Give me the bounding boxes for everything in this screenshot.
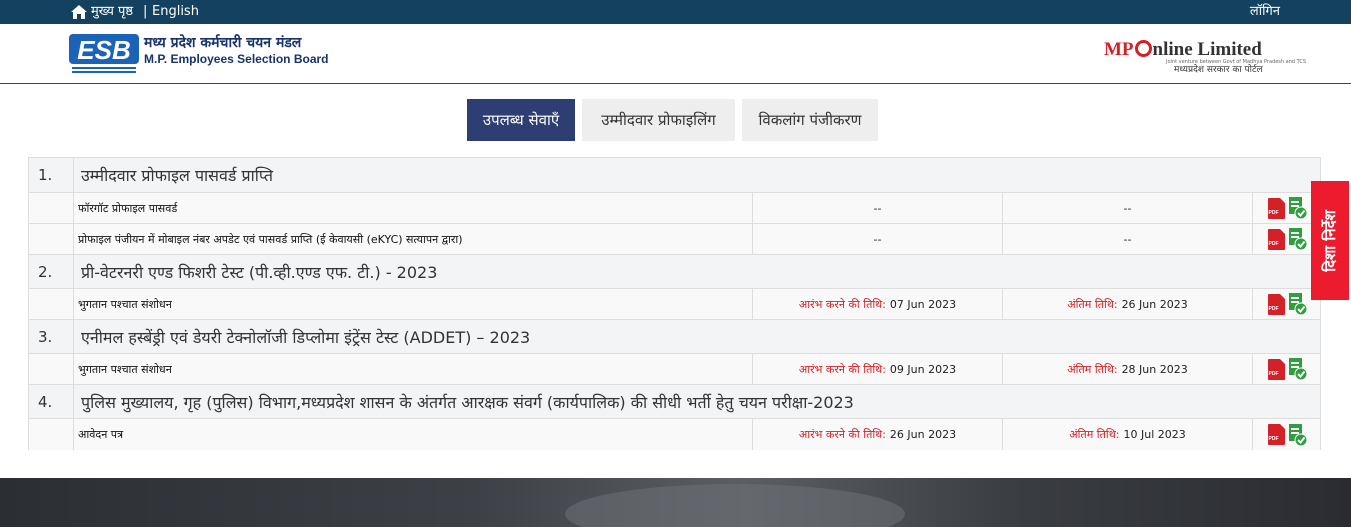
pdf-icon[interactable]: [1267, 358, 1285, 380]
start-date-cell: --: [752, 224, 1002, 254]
start-date-value: 07 Jun 2023: [889, 297, 957, 311]
table-row: भुगतान पश्चात संशोधन आरंभ करने की तिथि: 0…: [29, 353, 1320, 384]
end-date-cell: अंतिम तिथि: 10 Jul 2023: [1002, 419, 1252, 450]
login-link[interactable]: लॉगिन: [1250, 4, 1280, 20]
checklist-icon[interactable]: [1288, 197, 1307, 219]
end-date-label: अंतिम तिथि:: [1067, 297, 1118, 311]
tab-available-services[interactable]: उपलब्ध सेवाएँ: [467, 99, 575, 141]
top-bar: मुख्य पृष्ठ | English लॉगिन: [0, 0, 1351, 24]
table-row: भुगतान पश्चात संशोधन आरंभ करने की तिथि: 0…: [29, 288, 1320, 319]
section-title: पुलिस मुख्यालय, गृह (पुलिस) विभाग,मध्यप्…: [81, 392, 854, 412]
end-date-value: 26 Jun 2023: [1121, 297, 1188, 311]
section-row: 2. प्री-वेटरनरी एण्ड फिशरी टेस्ट (पी.व्ह…: [29, 254, 1320, 288]
start-date-cell: आरंभ करने की तिथि: 07 Jun 2023: [752, 289, 1002, 319]
end-date-label: अंतिम तिथि:: [1067, 362, 1118, 376]
guidelines-label: दिशा निर्देश: [1321, 209, 1340, 272]
mponline-name-text: nline Limited: [1152, 39, 1262, 60]
home-link[interactable]: मुख्य पृष्ठ: [91, 4, 133, 20]
section-row: 4. पुलिस मुख्यालय, गृह (पुलिस) विभाग,मध्…: [29, 384, 1320, 418]
start-date-value: 09 Jun 2023: [889, 362, 957, 376]
start-date-label: आरंभ करने की तिथि:: [798, 428, 886, 441]
end-date-cell: --: [1002, 193, 1252, 223]
pdf-icon[interactable]: [1267, 228, 1285, 250]
english-link[interactable]: English: [152, 4, 199, 20]
pdf-icon[interactable]: [1267, 293, 1285, 315]
row-number-cell: [29, 419, 74, 450]
mponline-logo[interactable]: MP nline Limited: [1104, 39, 1262, 61]
service-name: आवेदन पत्र: [78, 428, 124, 441]
mponline-mp-text: MP: [1104, 39, 1134, 60]
service-name: प्रोफाइल पंजीयन में मोबाइल नंबर अपडेट एव…: [78, 232, 463, 246]
pdf-icon[interactable]: [1267, 424, 1285, 445]
section-row: 3. एनीमल हस्बेंड्री एवं डेयरी टेक्नोलॉजी…: [29, 319, 1320, 353]
guidelines-button[interactable]: दिशा निर्देश: [1311, 181, 1349, 300]
row-number-cell: [29, 354, 74, 384]
start-date-label: आरंभ करने की तिथि:: [798, 297, 886, 311]
topbar-separator: |: [143, 4, 148, 19]
tab-candidate-profiling[interactable]: उम्मीदवार प्रोफाइलिंग: [582, 99, 735, 141]
service-name: फॉरगॉट प्रोफाइल पासवर्ड: [78, 201, 178, 215]
start-date-cell: आरंभ करने की तिथि: 09 Jun 2023: [752, 354, 1002, 384]
end-date-cell: अंतिम तिथि: 26 Jun 2023: [1002, 289, 1252, 319]
service-name: भुगतान पश्चात संशोधन: [78, 297, 172, 311]
end-date-label: अंतिम तिथि:: [1069, 428, 1120, 441]
org-name-hindi: मध्य प्रदेश कर्मचारी चयन मंडल: [144, 35, 302, 51]
table-row: आवेदन पत्र आरंभ करने की तिथि: 26 Jun 2023…: [29, 418, 1320, 450]
end-date-cell: --: [1002, 224, 1252, 254]
end-date-value: --: [1123, 201, 1132, 215]
section-number: 4.: [29, 385, 74, 418]
start-date-value: --: [873, 201, 882, 215]
end-date-value: 10 Jul 2023: [1123, 428, 1186, 441]
row-number-cell: [29, 224, 74, 254]
org-name-english: M.P. Employees Selection Board: [144, 52, 329, 66]
site-header: ESB मध्य प्रदेश कर्मचारी चयन मंडल M.P. E…: [0, 24, 1351, 84]
pdf-icon[interactable]: [1267, 197, 1285, 219]
row-number-cell: [29, 289, 74, 319]
end-date-value: 28 Jun 2023: [1121, 362, 1188, 376]
section-number: 3.: [29, 320, 74, 353]
background-photo: [0, 478, 1351, 527]
action-icons: [1252, 419, 1321, 450]
start-date-cell: आरंभ करने की तिथि: 26 Jun 2023: [752, 419, 1002, 450]
checklist-icon[interactable]: [1288, 293, 1307, 315]
section-title: उम्मीदवार प्रोफाइल पासवर्ड प्राप्ति: [81, 166, 273, 185]
mponline-o-icon: [1134, 40, 1152, 57]
esb-logo-text: ESB: [77, 35, 130, 65]
end-date-value: --: [1123, 232, 1132, 246]
home-icon[interactable]: [70, 4, 88, 20]
section-number: 1.: [29, 158, 74, 192]
table-row: प्रोफाइल पंजीयन में मोबाइल नंबर अपडेट एव…: [29, 223, 1320, 254]
esb-logo[interactable]: ESB: [68, 31, 140, 75]
services-table: 1. उम्मीदवार प्रोफाइल पासवर्ड प्राप्ति फ…: [28, 157, 1321, 450]
table-row: फॉरगॉट प्रोफाइल पासवर्ड -- --: [29, 192, 1320, 223]
section-title: एनीमल हस्बेंड्री एवं डेयरी टेक्नोलॉजी डि…: [81, 327, 531, 347]
checklist-icon[interactable]: [1288, 228, 1307, 250]
service-name: भुगतान पश्चात संशोधन: [78, 362, 172, 376]
row-number-cell: [29, 193, 74, 223]
section-number: 2.: [29, 255, 74, 288]
section-title: प्री-वेटरनरी एण्ड फिशरी टेस्ट (पी.व्ही.ए…: [81, 262, 438, 282]
start-date-value: --: [873, 232, 882, 246]
end-date-cell: अंतिम तिथि: 28 Jun 2023: [1002, 354, 1252, 384]
checklist-icon[interactable]: [1288, 423, 1307, 446]
section-row: 1. उम्मीदवार प्रोफाइल पासवर्ड प्राप्ति: [29, 158, 1320, 192]
mponline-tagline: मध्यप्रदेश सरकार का पोर्टल: [1174, 65, 1263, 75]
start-date-label: आरंभ करने की तिथि:: [798, 362, 886, 376]
start-date-cell: --: [752, 193, 1002, 223]
checklist-icon[interactable]: [1288, 358, 1307, 380]
tab-disability-registration[interactable]: विकलांग पंजीकरण: [742, 99, 878, 141]
action-icons: [1252, 354, 1321, 384]
start-date-value: 26 Jun 2023: [889, 428, 957, 441]
background-photo-highlight: [565, 484, 905, 527]
